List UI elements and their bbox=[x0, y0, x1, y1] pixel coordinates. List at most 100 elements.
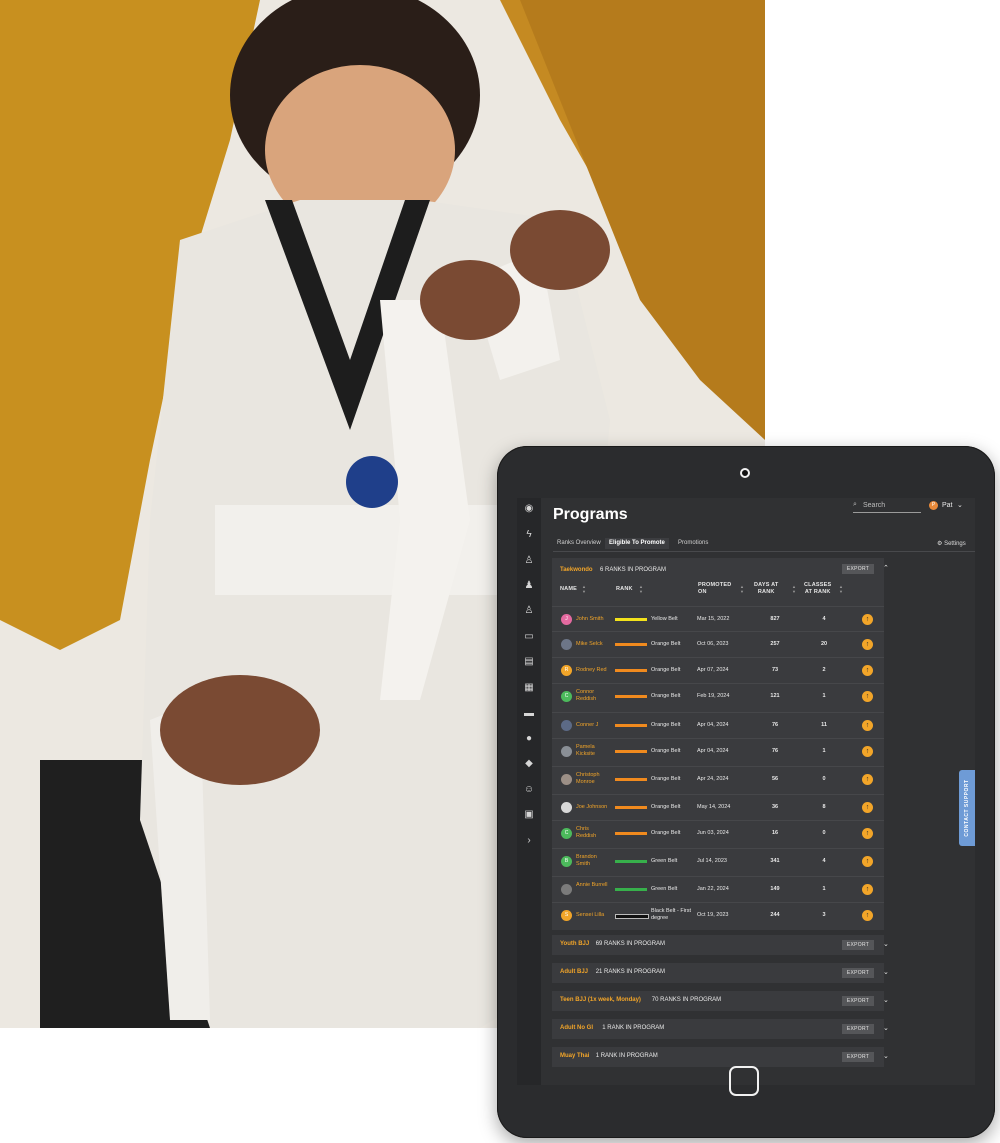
export-button[interactable]: EXPORT bbox=[842, 1052, 874, 1062]
export-button[interactable]: EXPORT bbox=[842, 996, 874, 1006]
folder-icon[interactable]: ▬ bbox=[523, 708, 535, 720]
table-row[interactable]: J John Smith Yellow Belt Mar 15, 2022 827 4 ↑ bbox=[552, 606, 884, 632]
program-collapsed[interactable]: Youth BJJ 69 RANKS IN PROGRAM EXPORT ⌄ bbox=[552, 935, 889, 955]
chevron-down-icon[interactable]: ⌄ bbox=[883, 1024, 889, 1032]
promoted-date: Oct 06, 2023 bbox=[697, 641, 729, 647]
home-button[interactable] bbox=[729, 1066, 759, 1096]
col-rank[interactable]: RANK bbox=[616, 586, 633, 593]
rank-label: Yellow Belt bbox=[651, 616, 678, 622]
promote-arrow-icon[interactable]: ↑ bbox=[862, 746, 873, 757]
table-row[interactable]: R Rodney Red Orange Belt Apr 07, 2024 73 2 ↑ bbox=[552, 657, 884, 684]
col-classes-at-rank[interactable]: CLASSES AT RANK bbox=[804, 582, 831, 596]
search-input[interactable]: ⌕ Search bbox=[853, 500, 921, 513]
sort-icon[interactable]: ▲ ▼ bbox=[740, 584, 744, 594]
check-user-icon[interactable]: ♙ bbox=[523, 605, 535, 617]
promote-arrow-icon[interactable]: ↑ bbox=[862, 774, 873, 785]
student-name-link[interactable]: Mike Selck bbox=[576, 641, 608, 648]
promote-arrow-icon[interactable]: ↑ bbox=[862, 828, 873, 839]
promote-arrow-icon[interactable]: ↑ bbox=[862, 720, 873, 731]
program-collapsed[interactable]: Adult No GI 1 RANK IN PROGRAM EXPORT ⌄ bbox=[552, 1019, 889, 1039]
chevron-down-icon[interactable]: ⌄ bbox=[883, 996, 889, 1004]
program-collapsed[interactable]: Muay Thai 1 RANK IN PROGRAM EXPORT ⌄ bbox=[552, 1047, 889, 1067]
student-name-link[interactable]: Christoph Monroe bbox=[576, 772, 608, 786]
tag-icon[interactable]: ◆ bbox=[523, 758, 535, 770]
wallet-icon[interactable]: ▣ bbox=[523, 809, 535, 821]
col-days-at-rank[interactable]: DAYS AT RANK bbox=[754, 582, 778, 596]
calendar-icon[interactable]: ▦ bbox=[523, 682, 535, 694]
student-name-link[interactable]: Chris Reddish bbox=[576, 826, 608, 840]
program-rank-count: 6 RANKS IN PROGRAM bbox=[600, 567, 667, 573]
sidebar: ◉ ϟ ♙ ♟ ♙ ▭ ▤ ▦ ▬ ● ◆ ☺ ▣ › bbox=[517, 498, 541, 1085]
clipboard-icon[interactable]: ▤ bbox=[523, 656, 535, 668]
group-icon[interactable]: ♟ bbox=[523, 580, 535, 592]
belt-color-bar bbox=[615, 806, 647, 809]
export-button[interactable]: EXPORT bbox=[842, 1024, 874, 1034]
classes-at-rank: 2 bbox=[822, 667, 826, 673]
student-name-link[interactable]: Pamela Kicksite bbox=[576, 744, 608, 758]
table-row[interactable]: C Chris Reddish Orange Belt Jun 03, 2024 16 0… bbox=[552, 820, 884, 849]
chevron-right-icon[interactable]: › bbox=[523, 835, 535, 847]
promoted-date: May 14, 2024 bbox=[697, 804, 731, 810]
tab-promotions[interactable]: Promotions bbox=[674, 538, 712, 549]
chevron-down-icon[interactable]: ⌄ bbox=[883, 1052, 889, 1060]
promote-arrow-icon[interactable]: ↑ bbox=[862, 614, 873, 625]
sort-icon[interactable]: ▲ ▼ bbox=[582, 584, 586, 594]
settings-button[interactable]: ⚙ Settings bbox=[937, 540, 966, 547]
col-name[interactable]: NAME bbox=[560, 586, 577, 593]
table-row[interactable]: Christoph Monroe Orange Belt Apr 24, 2024 5… bbox=[552, 766, 884, 795]
id-card-icon[interactable]: ▭ bbox=[523, 631, 535, 643]
sort-icon[interactable]: ▲ ▼ bbox=[639, 584, 643, 594]
table-row[interactable]: Annie Burrell Green Belt Jan 22, 2024 149 1 ↑ bbox=[552, 876, 884, 903]
student-name-link[interactable]: Brandon Smith bbox=[576, 854, 608, 868]
promote-arrow-icon[interactable]: ↑ bbox=[862, 691, 873, 702]
rank-label: Orange Belt bbox=[651, 641, 681, 647]
student-name-link[interactable]: Connor Reddish bbox=[576, 689, 608, 703]
table-row[interactable]: S Sensei Lilla Black Belt - First degree Oc… bbox=[552, 902, 884, 929]
promote-arrow-icon[interactable]: ↑ bbox=[862, 665, 873, 676]
tab-eligible-to-promote[interactable]: Eligible To Promote bbox=[605, 538, 669, 549]
chevron-down-icon[interactable]: ⌄ bbox=[883, 940, 889, 948]
contact-support-tab[interactable]: CONTACT SUPPORT bbox=[959, 770, 975, 846]
add-user-icon[interactable]: ♙ bbox=[523, 555, 535, 567]
col-promoted-on[interactable]: PROMOTED ON bbox=[698, 582, 731, 596]
promote-arrow-icon[interactable]: ↑ bbox=[862, 910, 873, 921]
tab-ranks-overview[interactable]: Ranks Overview bbox=[553, 538, 605, 549]
program-collapsed[interactable]: Adult BJJ 21 RANKS IN PROGRAM EXPORT ⌄ bbox=[552, 963, 889, 983]
dashboard-icon[interactable]: ◉ bbox=[523, 503, 535, 515]
table-row[interactable]: Joe Johnson Orange Belt May 14, 2024 36 8 ↑ bbox=[552, 794, 884, 821]
days-at-rank: 341 bbox=[770, 858, 780, 864]
chat-icon[interactable]: ● bbox=[523, 733, 535, 745]
promote-arrow-icon[interactable]: ↑ bbox=[862, 856, 873, 867]
promote-arrow-icon[interactable]: ↑ bbox=[862, 639, 873, 650]
classes-at-rank: 1 bbox=[822, 886, 826, 892]
export-button[interactable]: EXPORT bbox=[842, 968, 874, 978]
table-row[interactable]: Mike Selck Orange Belt Oct 06, 2023 257 20 ↑ bbox=[552, 631, 884, 658]
program-collapsed[interactable]: Teen BJJ (1x week, Monday) 70 RANKS IN PR… bbox=[552, 991, 889, 1011]
table-row[interactable]: C Connor Reddish Orange Belt Feb 19, 2024 12… bbox=[552, 683, 884, 713]
promote-arrow-icon[interactable]: ↑ bbox=[862, 884, 873, 895]
avatar: J bbox=[561, 614, 572, 625]
belt-color-bar bbox=[615, 778, 647, 781]
table-row[interactable]: Pamela Kicksite Orange Belt Apr 04, 2024 76… bbox=[552, 738, 884, 767]
program-name: Muay Thai bbox=[560, 1053, 590, 1059]
student-name-link[interactable]: Joe Johnson bbox=[576, 804, 608, 811]
table-row[interactable]: Conner J Orange Belt Apr 04, 2024 76 11 ↑ bbox=[552, 712, 884, 739]
student-name-link[interactable]: Conner J bbox=[576, 722, 608, 729]
program-name: Teen BJJ (1x week, Monday) bbox=[560, 997, 641, 1003]
sort-icon[interactable]: ▲ ▼ bbox=[792, 584, 796, 594]
promote-arrow-icon[interactable]: ↑ bbox=[862, 802, 873, 813]
promoted-date: Oct 19, 2023 bbox=[697, 912, 729, 918]
student-name-link[interactable]: John Smith bbox=[576, 616, 608, 623]
chevron-up-icon[interactable]: ⌃ bbox=[883, 564, 889, 572]
student-name-link[interactable]: Annie Burrell bbox=[576, 882, 608, 889]
export-button[interactable]: EXPORT bbox=[842, 940, 874, 950]
student-name-link[interactable]: Sensei Lilla bbox=[576, 912, 608, 919]
sort-icon[interactable]: ▲ ▼ bbox=[839, 584, 843, 594]
export-button[interactable]: EXPORT bbox=[842, 564, 874, 574]
student-name-link[interactable]: Rodney Red bbox=[576, 667, 608, 674]
smile-icon[interactable]: ☺ bbox=[523, 784, 535, 796]
lightning-icon[interactable]: ϟ bbox=[523, 529, 535, 541]
table-row[interactable]: B Brandon Smith Green Belt Jul 14, 2023 341 4… bbox=[552, 848, 884, 877]
days-at-rank: 827 bbox=[770, 616, 780, 622]
chevron-down-icon[interactable]: ⌄ bbox=[883, 968, 889, 976]
